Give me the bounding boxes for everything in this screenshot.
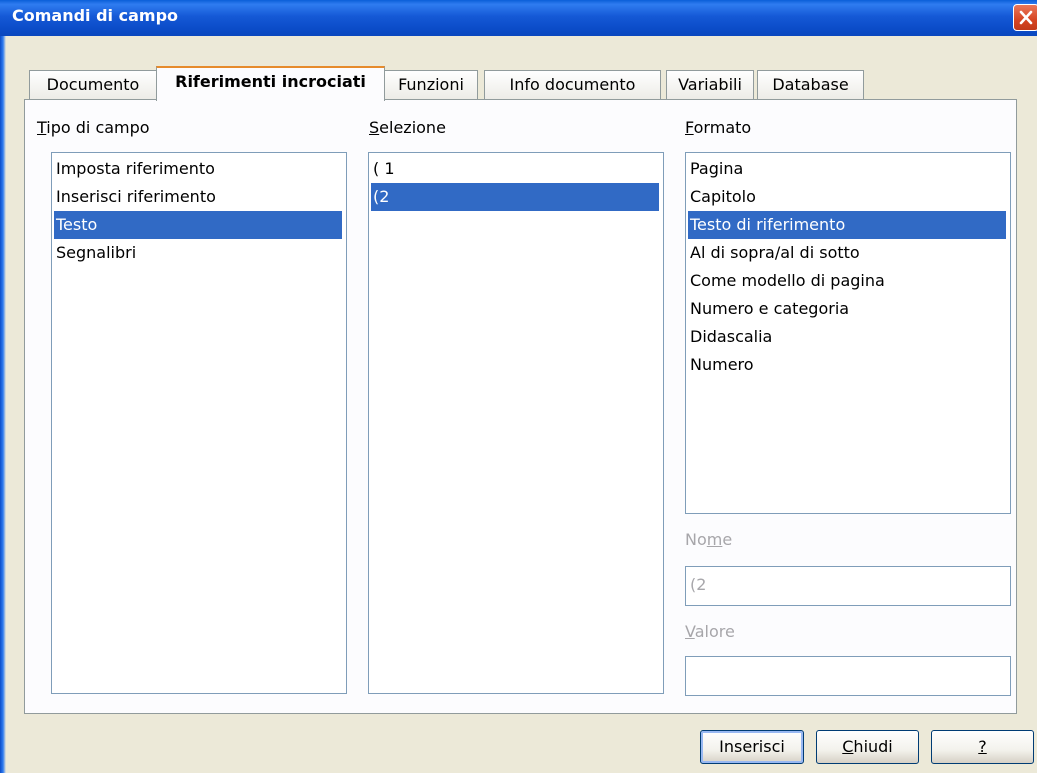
value-label-text: alore [694, 622, 735, 641]
list-item-selected[interactable]: Testo [54, 211, 342, 239]
list-item[interactable]: Numero [688, 351, 754, 379]
list-item[interactable]: Al di sopra/al di sotto [688, 239, 860, 267]
field-type-list[interactable]: Imposta riferimento Inserisci riferiment… [51, 152, 347, 694]
tab-variabili[interactable]: Variabili [666, 70, 754, 100]
value-label: Valore [685, 622, 735, 641]
format-label: Formato [685, 118, 751, 137]
value-mnemonic: V [685, 622, 695, 641]
tab-panel: Tipo di campo Imposta riferimento Inseri… [24, 99, 1017, 714]
window-title: Comandi di campo [12, 6, 179, 25]
list-item[interactable]: Come modello di pagina [688, 267, 885, 295]
format-list[interactable]: Pagina Capitolo Testo di riferimento Al … [685, 152, 1011, 514]
name-label: Nome [685, 530, 732, 549]
tab-documento[interactable]: Documento [29, 70, 157, 100]
selection-mnemonic: S [369, 118, 380, 137]
close-label-text: hiudi [853, 737, 893, 756]
close-button[interactable]: Chiudi [816, 730, 919, 764]
name-field[interactable]: (2 [685, 566, 1011, 606]
list-item[interactable]: Imposta riferimento [54, 155, 215, 183]
close-mnemonic: C [842, 737, 854, 756]
format-label-text: ormato [693, 118, 752, 137]
list-item-selected[interactable]: Testo di riferimento [688, 211, 1006, 239]
insert-button[interactable]: Inserisci [700, 730, 804, 764]
list-item-selected[interactable]: (2 [371, 183, 659, 211]
name-label-a: No [685, 530, 707, 549]
field-type-label: Tipo di campo [37, 118, 150, 137]
selection-label-text: elezione [379, 118, 446, 137]
list-item[interactable]: Pagina [688, 155, 743, 183]
list-item[interactable]: Didascalia [688, 323, 772, 351]
selection-list[interactable]: ( 1 (2 [368, 152, 664, 694]
value-field[interactable] [685, 656, 1011, 696]
name-label-b: e [722, 530, 733, 549]
close-icon [1019, 10, 1033, 25]
field-type-label-text: ipo di campo [46, 118, 150, 137]
list-item[interactable]: Numero e categoria [688, 295, 849, 323]
tab-funzioni[interactable]: Funzioni [384, 70, 478, 100]
list-item[interactable]: Inserisci riferimento [54, 183, 216, 211]
window-frame [0, 36, 6, 773]
list-item[interactable]: Capitolo [688, 183, 756, 211]
dialog-window: Comandi di campo Documento Riferimenti i… [0, 0, 1037, 773]
field-type-mnemonic: T [37, 118, 47, 137]
list-item[interactable]: ( 1 [371, 155, 395, 183]
help-button[interactable]: ? [931, 730, 1034, 764]
format-mnemonic: F [685, 118, 694, 137]
list-item[interactable]: Segnalibri [54, 239, 136, 267]
name-mnemonic: m [706, 530, 723, 549]
tab-riferimenti-incrociati[interactable]: Riferimenti incrociati [156, 66, 385, 101]
tab-info-documento[interactable]: Info documento [484, 70, 661, 100]
tab-database[interactable]: Database [757, 70, 864, 100]
title-bar[interactable]: Comandi di campo [0, 0, 1037, 36]
help-label: ? [978, 737, 987, 756]
close-window-button[interactable] [1013, 4, 1037, 31]
selection-label: Selezione [369, 118, 446, 137]
